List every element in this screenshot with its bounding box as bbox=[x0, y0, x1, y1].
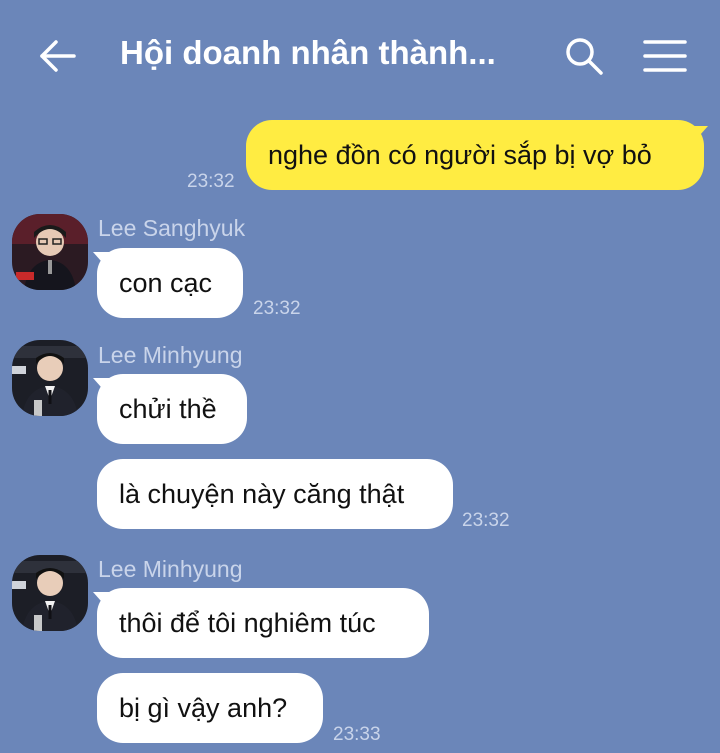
avatar-image bbox=[12, 340, 88, 416]
message-time: 23:33 bbox=[333, 724, 381, 745]
hamburger-menu-icon bbox=[643, 40, 687, 72]
avatar-image bbox=[12, 555, 88, 631]
incoming-message-bubble[interactable]: chửi thề bbox=[97, 374, 247, 444]
incoming-message-bubble[interactable]: con cạc bbox=[97, 248, 243, 318]
message-time: 23:32 bbox=[462, 510, 510, 531]
incoming-message-bubble[interactable]: là chuyện này căng thật bbox=[97, 459, 453, 529]
arrow-left-icon bbox=[40, 40, 76, 72]
sender-name: Lee Minhyung bbox=[98, 342, 243, 368]
bubble-tail bbox=[692, 126, 708, 144]
avatar-image bbox=[12, 214, 88, 290]
message-time: 23:32 bbox=[187, 171, 235, 192]
incoming-message-bubble[interactable]: thôi để tôi nghiêm túc bbox=[97, 588, 429, 658]
search-icon bbox=[566, 38, 603, 75]
incoming-message-bubble[interactable]: bị gì vậy anh? bbox=[97, 673, 323, 743]
back-button[interactable] bbox=[36, 34, 80, 78]
chat-title: Hội doanh nhân thành... bbox=[120, 34, 496, 71]
menu-button[interactable] bbox=[642, 36, 688, 76]
sender-name: Lee Minhyung bbox=[98, 556, 243, 582]
sender-name: Lee Sanghyuk bbox=[98, 215, 246, 241]
outgoing-message-bubble[interactable]: nghe đồn có người sắp bị vợ bỏ bbox=[246, 120, 704, 190]
avatar-lee-minhyung[interactable] bbox=[12, 555, 88, 631]
avatar-lee-minhyung[interactable] bbox=[12, 340, 88, 416]
avatar-lee-sanghyuk[interactable] bbox=[12, 214, 88, 290]
chat-header: Hội doanh nhân thành... bbox=[0, 0, 720, 110]
search-button[interactable] bbox=[562, 34, 606, 78]
message-time: 23:32 bbox=[253, 298, 301, 319]
